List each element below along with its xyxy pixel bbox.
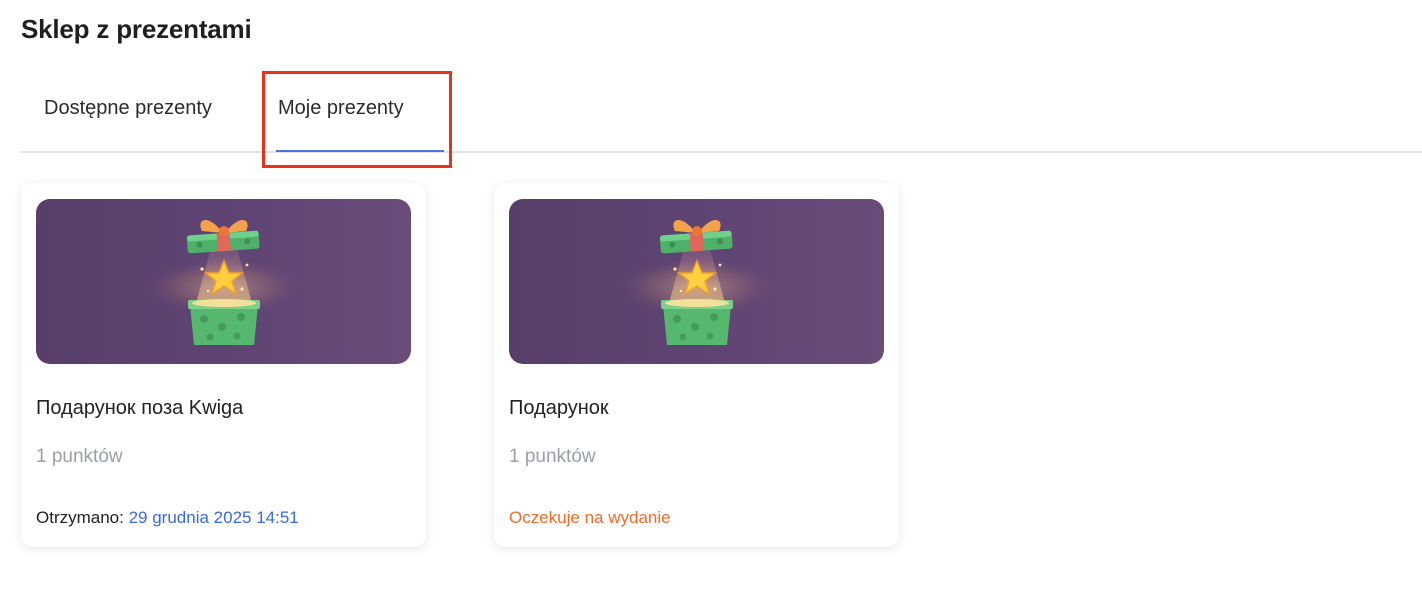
tab-available-gifts[interactable]: Dostępne prezenty (21, 72, 257, 151)
gift-card[interactable]: Подарунок поза Kwiga 1 punktów Otrzymano… (21, 183, 426, 547)
gift-image (509, 199, 884, 364)
gift-card[interactable]: Подарунок 1 punktów Oczekuje na wydanie (494, 183, 899, 547)
gift-box-with-star-icon (144, 219, 304, 345)
gift-box-with-star-icon (617, 219, 777, 345)
active-tab-indicator (276, 150, 444, 152)
gift-points: 1 punktów (36, 446, 123, 467)
tab-my-gifts[interactable]: Moje prezenty (262, 72, 452, 152)
status-text: Oczekuje na wydanie (509, 508, 671, 527)
received-info: Otrzymano: 29 grudnia 2025 14:51 (36, 508, 299, 528)
gift-title: Подарунок (509, 397, 609, 419)
gift-points: 1 punktów (509, 446, 596, 467)
received-date: 29 grudnia 2025 14:51 (128, 508, 299, 527)
tabs-bar: Dostępne prezenty Moje prezenty (21, 72, 1422, 153)
page-title: Sklep z prezentami (21, 14, 252, 44)
tab-my-gifts-label: Moje prezenty (278, 97, 404, 119)
gift-image (36, 199, 411, 364)
gift-title: Подарунок поза Kwiga (36, 397, 244, 419)
received-label: Otrzymano: (36, 508, 124, 527)
